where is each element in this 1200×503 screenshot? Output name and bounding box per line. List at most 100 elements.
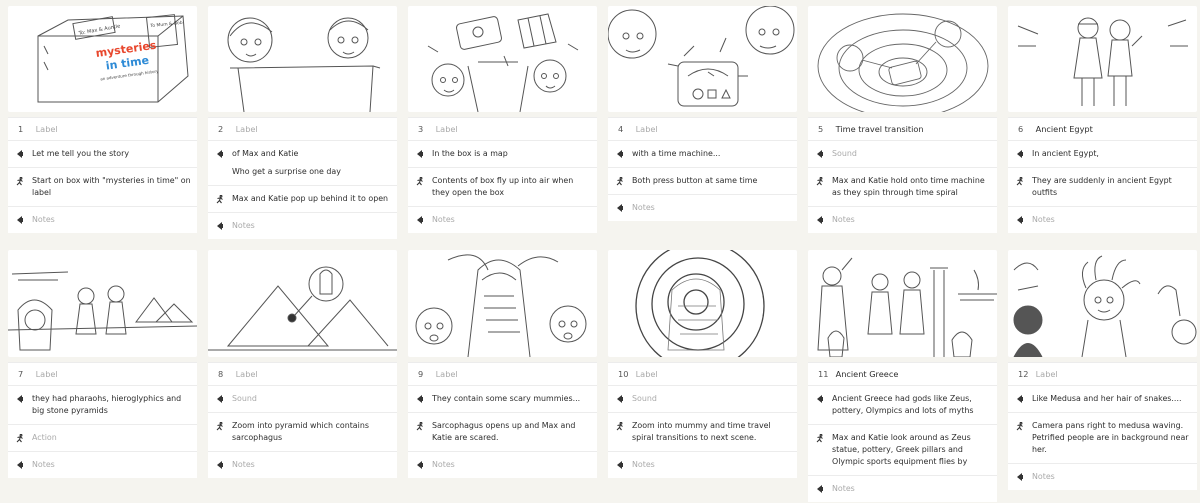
action-line[interactable]: Action [8,425,197,452]
line-text[interactable]: Notes [632,459,791,471]
frame-title[interactable]: Ancient Greece [836,369,899,379]
voiceover-line[interactable]: In ancient Egypt, [1008,141,1197,168]
frame-title[interactable]: Label [236,124,258,134]
line-text[interactable]: Max and Katie hold onto time machine as … [832,175,991,199]
frame-title[interactable]: Label [1036,369,1058,379]
notes-line[interactable]: Notes [808,476,997,502]
action-line[interactable]: Max and Katie pop up behind it to open [208,186,397,213]
action-line[interactable]: They are suddenly in ancient Egypt outfi… [1008,168,1197,207]
frame-header[interactable]: 12 Label [1008,363,1197,386]
frame-header[interactable]: 2 Label [208,118,397,141]
action-line[interactable]: Start on box with "mysteries in time" on… [8,168,197,207]
action-line[interactable]: Max and Katie hold onto time machine as … [808,168,997,207]
sketch-frame[interactable] [1008,250,1197,357]
action-line[interactable]: Contents of box fly up into air when the… [408,168,597,207]
sketch-frame[interactable]: To: Max & Auntie To Mum & Bob mysteries … [8,6,197,112]
frame-header[interactable]: 3 Label [408,118,597,141]
frame-title[interactable]: Label [236,369,258,379]
voiceover-line[interactable]: Ancient Greece had gods like Zeus, potte… [808,386,997,425]
line-text[interactable]: they had pharaohs, hieroglyphics and big… [32,393,191,417]
notes-line[interactable]: Notes [8,207,197,233]
line-text[interactable]: Both press button at same time [632,175,791,187]
line-text[interactable]: with a time machine... [632,148,791,160]
frame-title[interactable]: Label [636,369,658,379]
frame-header[interactable]: 11 Ancient Greece [808,363,997,386]
voiceover-line[interactable]: of Max and Katie Who get a surprise one … [208,141,397,186]
sketch-frame[interactable] [608,6,797,112]
sketch-frame[interactable] [608,250,797,357]
voiceover-line[interactable]: They contain some scary mummies... [408,386,597,413]
notes-line[interactable]: Notes [8,452,197,478]
sketch-frame[interactable] [208,250,397,357]
line-text[interactable]: of Max and Katie [232,148,391,160]
line-text[interactable]: Max and Katie look around as Zeus statue… [832,432,991,468]
sketch-frame[interactable] [8,250,197,357]
line-text[interactable]: In ancient Egypt, [1032,148,1191,160]
sketch-frame[interactable] [808,6,997,112]
action-line[interactable]: Zoom into pyramid which contains sarcoph… [208,413,397,452]
line-text[interactable]: Sound [832,148,991,160]
line-text[interactable]: Action [32,432,191,444]
line-text[interactable]: In the box is a map [432,148,591,160]
line-text[interactable]: Sarcophagus opens up and Max and Katie a… [432,420,591,444]
line-text[interactable]: Let me tell you the story [32,148,191,160]
line-text[interactable]: Notes [832,214,991,226]
voiceover-line[interactable]: In the box is a map [408,141,597,168]
frame-header[interactable]: 6 Ancient Egypt [1008,118,1197,141]
frame-header[interactable]: 5 Time travel transition [808,118,997,141]
line-text[interactable]: Start on box with "mysteries in time" on… [32,175,191,199]
notes-line[interactable]: Notes [408,452,597,478]
line-text[interactable]: Camera pans right to medusa waving. Petr… [1032,420,1191,456]
sketch-frame[interactable] [208,6,397,112]
line-text[interactable]: Notes [432,459,591,471]
line-text[interactable]: Sound [232,393,391,405]
sketch-frame[interactable] [408,6,597,112]
frame-header[interactable]: 7 Label [8,363,197,386]
line-text[interactable]: Notes [832,483,991,495]
action-line[interactable]: Max and Katie look around as Zeus statue… [808,425,997,476]
line-text[interactable]: Notes [32,459,191,471]
sound-line[interactable]: Sound [608,386,797,413]
notes-line[interactable]: Notes [1008,207,1197,233]
frame-header[interactable]: 9 Label [408,363,597,386]
frame-title[interactable]: Label [636,124,658,134]
frame-header[interactable]: 1 Label [8,118,197,141]
notes-line[interactable]: Notes [408,207,597,233]
line-text[interactable]: Notes [232,220,391,232]
voiceover-line[interactable]: Like Medusa and her hair of snakes.... [1008,386,1197,413]
line-text[interactable]: Sound [632,393,791,405]
action-line[interactable]: Zoom into mummy and time travel spiral t… [608,413,797,452]
frame-header[interactable]: 4 Label [608,118,797,141]
line-text[interactable]: They contain some scary mummies... [432,393,591,405]
line-text[interactable]: They are suddenly in ancient Egypt outfi… [1032,175,1191,199]
frame-title[interactable]: Label [36,124,58,134]
frame-title[interactable]: Label [436,369,458,379]
frame-header[interactable]: 8 Label [208,363,397,386]
frame-title[interactable]: Label [436,124,458,134]
notes-line[interactable]: Notes [208,213,397,239]
notes-line[interactable]: Notes [608,195,797,221]
sketch-frame[interactable] [1008,6,1197,112]
sketch-frame[interactable] [808,250,997,357]
notes-line[interactable]: Notes [208,452,397,478]
sound-line[interactable]: Sound [808,141,997,168]
line-text[interactable]: Zoom into mummy and time travel spiral t… [632,420,791,444]
line-text[interactable]: Contents of box fly up into air when the… [432,175,591,199]
line-text[interactable]: Notes [1032,471,1191,483]
frame-title[interactable]: Time travel transition [836,124,924,134]
line-text[interactable]: Notes [1032,214,1191,226]
line-text[interactable]: Max and Katie pop up behind it to open [232,193,391,205]
action-line[interactable]: Both press button at same time [608,168,797,195]
notes-line[interactable]: Notes [808,207,997,233]
sketch-frame[interactable] [408,250,597,357]
voiceover-line[interactable]: they had pharaohs, hieroglyphics and big… [8,386,197,425]
line-text[interactable]: Zoom into pyramid which contains sarcoph… [232,420,391,444]
line-text-2[interactable]: Who get a surprise one day [232,166,391,178]
line-text[interactable]: Ancient Greece had gods like Zeus, potte… [832,393,991,417]
notes-line[interactable]: Notes [608,452,797,478]
line-text[interactable]: Notes [432,214,591,226]
line-text[interactable]: Notes [32,214,191,226]
notes-line[interactable]: Notes [1008,464,1197,490]
sound-line[interactable]: Sound [208,386,397,413]
action-line[interactable]: Camera pans right to medusa waving. Petr… [1008,413,1197,464]
